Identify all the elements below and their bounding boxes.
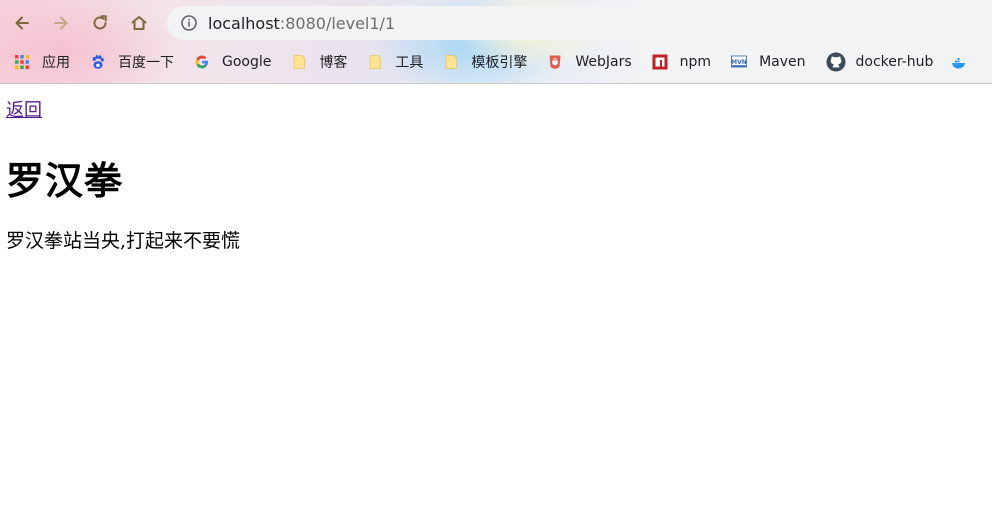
google-g-icon (194, 54, 210, 70)
webjars-icon (547, 54, 563, 70)
url-host: localhost (208, 13, 280, 33)
bookmark-google[interactable]: Google (194, 48, 271, 76)
bookmark-docker-hub[interactable]: docker-hub (826, 48, 934, 76)
folder-icon (367, 54, 383, 70)
bookmark-apps[interactable]: 应用 (14, 48, 70, 76)
arrow-left-icon (15, 16, 29, 30)
bookmark-label: 博客 (319, 55, 348, 71)
folder-icon (443, 54, 459, 70)
bookmarks-bar: 应用 百度一下 Google 博客 工具 模板引擎 WebJars npm MV… (0, 48, 992, 76)
bookmark-webjars[interactable]: WebJars (547, 48, 632, 76)
bookmark-folder-tools[interactable]: 工具 (367, 48, 423, 76)
baidu-paw-icon (90, 54, 106, 70)
github-icon (826, 52, 846, 72)
bookmark-label: Maven (759, 54, 806, 70)
url-path: :8080/level1/1 (279, 13, 396, 33)
bookmark-label: 工具 (395, 55, 424, 71)
forward-button[interactable] (47, 9, 75, 37)
bookmark-folder-template-engine[interactable]: 模板引擎 (443, 48, 527, 76)
bookmark-label: 应用 (42, 55, 70, 71)
arrow-right-icon (54, 16, 68, 30)
browser-chrome: localhost:8080/level1/1 应用 百度一下 Google 博… (0, 0, 992, 84)
bookmark-overflow[interactable] (951, 48, 979, 76)
bookmark-label: WebJars (575, 54, 632, 70)
info-icon[interactable] (180, 14, 198, 32)
home-icon (131, 16, 147, 30)
back-button[interactable] (8, 9, 36, 37)
folder-icon (291, 54, 307, 70)
bookmark-label: docker-hub (855, 54, 934, 70)
svg-text:MVN: MVN (731, 59, 747, 66)
npm-icon (652, 54, 668, 70)
url-text[interactable]: localhost:8080/level1/1 (208, 14, 395, 33)
bookmark-label: 百度一下 (118, 55, 174, 71)
page-content: 返回 罗汉拳 罗汉拳站当央,打起来不要慌 (0, 84, 992, 516)
maven-icon: MVN (731, 54, 747, 70)
bookmark-npm[interactable]: npm (652, 48, 711, 76)
docker-whale-icon (951, 54, 967, 70)
apps-grid-icon (14, 54, 30, 70)
reload-button[interactable] (86, 9, 114, 37)
page-title: 罗汉拳 (6, 158, 124, 203)
page-text: 罗汉拳站当央,打起来不要慌 (6, 230, 241, 252)
bookmark-folder-blog[interactable]: 博客 (291, 48, 347, 76)
address-bar[interactable]: localhost:8080/level1/1 (167, 6, 992, 40)
back-link[interactable]: 返回 (6, 96, 42, 122)
reload-icon (93, 15, 107, 30)
bookmark-label: npm (679, 54, 712, 70)
bookmark-label: Google (222, 54, 272, 70)
bookmark-baidu[interactable]: 百度一下 (90, 48, 174, 76)
bookmark-maven[interactable]: MVN Maven (731, 48, 806, 76)
bookmark-label: 模板引擎 (471, 55, 528, 71)
home-button[interactable] (125, 9, 153, 37)
